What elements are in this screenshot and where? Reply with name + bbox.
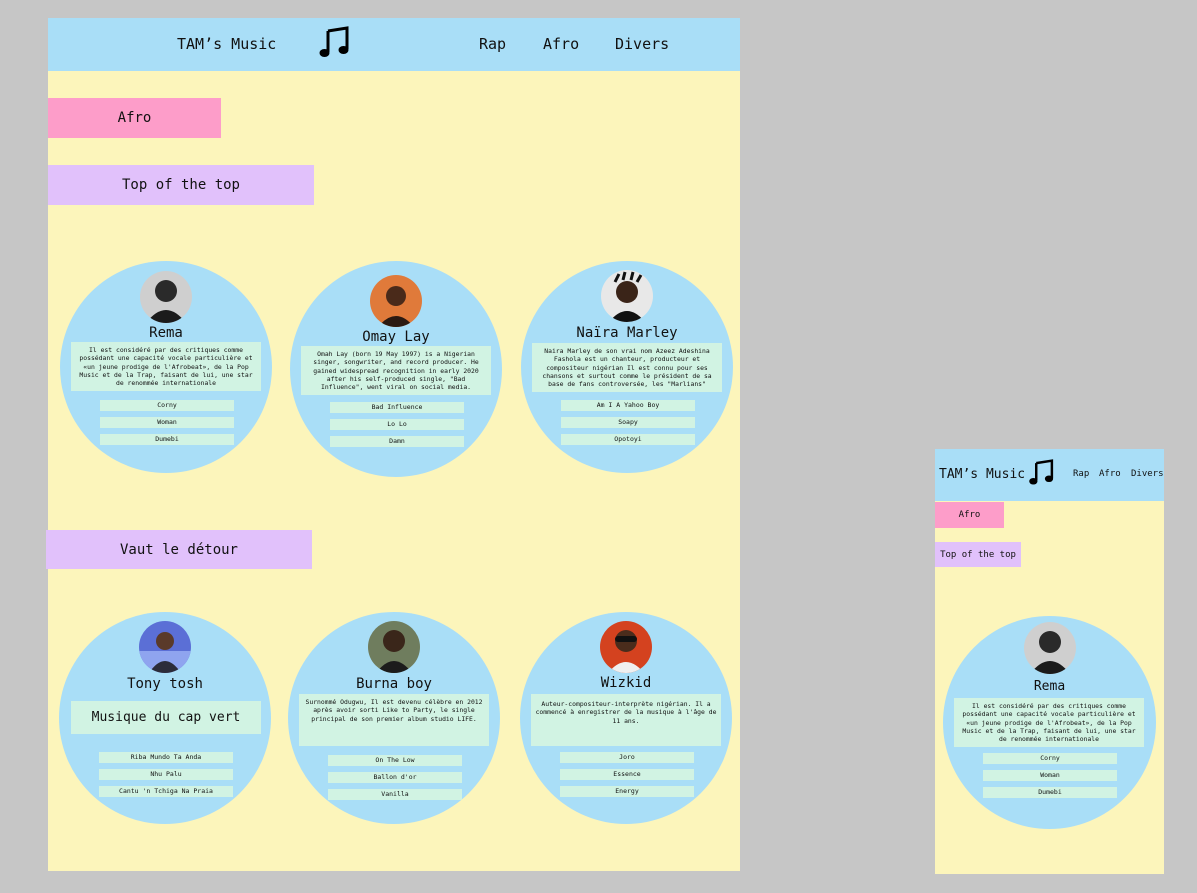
- section-top-of-the-top: Top of the top: [48, 165, 314, 205]
- song-item[interactable]: Bad Influence: [330, 402, 464, 413]
- artist-bio: Musique du cap vert: [71, 701, 261, 734]
- site-title[interactable]: TAM’s Music: [177, 35, 276, 53]
- artist-photo-tony-tosh: [139, 621, 191, 673]
- song-item[interactable]: Soapy: [561, 417, 695, 428]
- section-top-of-the-top: Top of the top: [935, 542, 1021, 567]
- music-note-icon: [319, 26, 349, 57]
- song-item[interactable]: Essence: [560, 769, 694, 780]
- song-item[interactable]: Energy: [560, 786, 694, 797]
- song-item[interactable]: Cantu 'n Tchiga Na Praia: [99, 786, 233, 797]
- artist-bio: Surnommé Odugwu, Il est devenu célèbre e…: [299, 694, 489, 746]
- nav-link-divers[interactable]: Divers: [1131, 469, 1164, 479]
- song-item[interactable]: Ballon d'or: [328, 772, 462, 783]
- artist-card-naira-marley[interactable]: Naïra Marley Naira Marley de son vrai no…: [521, 261, 733, 473]
- artist-name: Burna boy: [356, 676, 432, 692]
- song-item[interactable]: Vanilla: [328, 789, 462, 800]
- song-item[interactable]: Corny: [983, 753, 1117, 764]
- mobile-top-nav: TAM’s Music Rap Afro Divers: [935, 449, 1164, 501]
- artist-photo-naira-marley: [601, 270, 653, 322]
- artist-bio: Il est considéré par des critiques comme…: [954, 698, 1144, 748]
- artist-card-rema[interactable]: Rema Il est considéré par des critiques …: [943, 616, 1156, 829]
- song-item[interactable]: Dumebi: [983, 787, 1117, 798]
- artist-card-omay-lay[interactable]: Omay Lay Omah Lay (born 19 May 1997) is …: [290, 261, 502, 477]
- genre-tag: Afro: [935, 502, 1004, 528]
- music-note-icon: [1029, 459, 1054, 485]
- artist-name: Rema: [1033, 679, 1066, 694]
- song-item[interactable]: Lo Lo: [330, 419, 464, 430]
- artist-name: Tony tosh: [127, 676, 203, 692]
- top-nav: TAM’s Music Rap Afro Divers: [48, 18, 740, 71]
- song-item[interactable]: Woman: [100, 417, 234, 428]
- artist-name: Naïra Marley: [576, 325, 678, 341]
- artist-name: Omay Lay: [362, 329, 430, 345]
- song-item[interactable]: Am I A Yahoo Boy: [561, 400, 695, 411]
- artist-card-wizkid[interactable]: Wizkid Auteur-compositeur-interprète nig…: [520, 612, 732, 824]
- song-item[interactable]: Riba Mundo Ta Anda: [99, 752, 233, 763]
- artist-bio: Auteur-compositeur-interprète nigérian. …: [531, 694, 721, 746]
- mobile-mockup: TAM’s Music Rap Afro Divers Afro Top of …: [935, 449, 1164, 874]
- artist-photo-omay-lay: [370, 275, 422, 327]
- nav-link-afro[interactable]: Afro: [543, 35, 579, 53]
- desktop-mockup: TAM’s Music Rap Afro Divers Afro Top of …: [46, 18, 740, 871]
- site-title[interactable]: TAM’s Music: [939, 467, 1025, 482]
- artist-photo-rema: [140, 271, 192, 323]
- nav-link-rap[interactable]: Rap: [479, 35, 506, 53]
- nav-link-divers[interactable]: Divers: [615, 35, 669, 53]
- artist-card-burna-boy[interactable]: Burna boy Surnommé Odugwu, Il est devenu…: [288, 612, 500, 824]
- artist-photo-rema: [1023, 622, 1076, 674]
- artist-name: Rema: [149, 325, 183, 341]
- song-item[interactable]: Woman: [983, 770, 1117, 781]
- nav-link-rap[interactable]: Rap: [1073, 469, 1089, 479]
- song-item[interactable]: Nhu Palu: [99, 769, 233, 780]
- artist-card-rema[interactable]: Rema Il est considéré par des critiques …: [60, 261, 272, 473]
- song-item[interactable]: On The Low: [328, 755, 462, 766]
- nav-link-afro[interactable]: Afro: [1099, 469, 1121, 479]
- artist-bio: Naira Marley de son vrai nom Azeez Adesh…: [532, 343, 722, 393]
- artist-bio: Omah Lay (born 19 May 1997) is a Nigeria…: [301, 346, 491, 396]
- artist-card-tony-tosh[interactable]: Tony tosh Musique du cap vert Riba Mundo…: [59, 612, 271, 824]
- artist-photo-burna-boy: [368, 621, 420, 673]
- song-item[interactable]: Opotoyi: [561, 434, 695, 445]
- section-vaut-le-detour: Vaut le détour: [46, 530, 312, 569]
- song-item[interactable]: Dumebi: [100, 434, 234, 445]
- artist-bio: Il est considéré par des critiques comme…: [71, 342, 261, 392]
- song-item[interactable]: Corny: [100, 400, 234, 411]
- song-item[interactable]: Damn: [330, 436, 464, 447]
- artist-photo-wizkid: [600, 621, 652, 673]
- song-item[interactable]: Joro: [560, 752, 694, 763]
- genre-tag: Afro: [48, 98, 221, 138]
- artist-name: Wizkid: [600, 675, 652, 691]
